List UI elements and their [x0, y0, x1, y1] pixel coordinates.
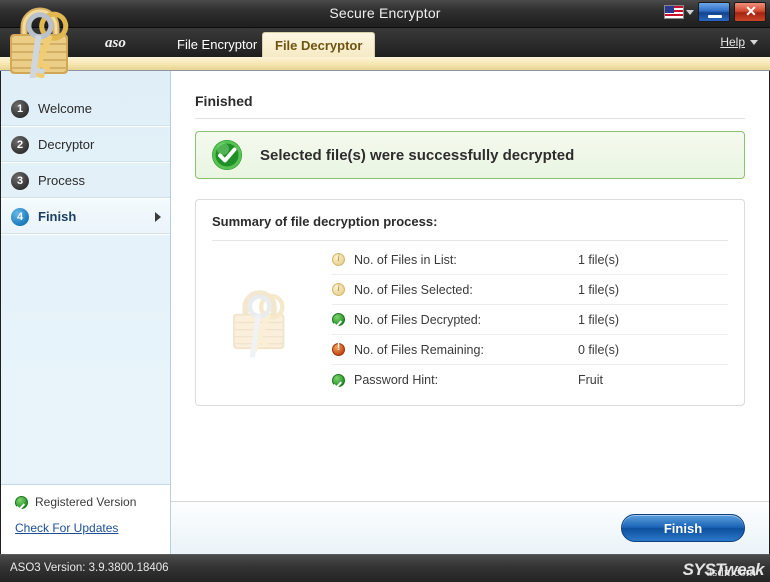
minimize-button[interactable]: [698, 2, 730, 22]
summary-row: Password Hint: Fruit: [332, 365, 728, 395]
application-window: Secure Encryptor ✕ aso File Encryptor Fi…: [0, 0, 770, 582]
sidebar-footer: Registered Version Check For Updates: [1, 484, 170, 554]
registration-label: Registered Version: [35, 495, 137, 509]
success-banner: Selected file(s) were successfully decry…: [195, 131, 745, 179]
chevron-right-icon: [155, 212, 161, 222]
success-icon: [332, 373, 354, 387]
success-message: Selected file(s) were successfully decry…: [260, 146, 575, 164]
info-icon: [332, 283, 354, 296]
summary-divider: [212, 240, 728, 241]
main-content: Finished Selected file(s) were successfu…: [171, 71, 769, 501]
summary-watermark: [212, 243, 332, 395]
info-icon: [332, 253, 354, 266]
registration-status: Registered Version: [1, 485, 170, 509]
summary-row-label: No. of Files Remaining:: [354, 342, 484, 357]
summary-row-value: Fruit: [578, 373, 603, 387]
sidebar-item-label: Welcome: [38, 101, 92, 116]
summary-row: No. of Files Remaining: 0 file(s): [332, 335, 728, 365]
action-bar: Finish: [171, 501, 769, 554]
window-controls: ✕: [664, 2, 766, 22]
sidebar-item-finish[interactable]: 4 Finish: [1, 199, 170, 235]
window-title: Secure Encryptor: [329, 5, 441, 21]
status-bar: ASO3 Version: 3.9.3800.18406 SYSTweak as…: [0, 554, 770, 582]
step-badge: 4: [11, 207, 29, 226]
summary-row-value: 1 file(s): [578, 282, 619, 297]
language-selector[interactable]: [664, 5, 694, 19]
title-bar: Secure Encryptor ✕: [0, 0, 770, 28]
summary-row-value: 1 file(s): [578, 312, 619, 327]
summary-row-value: 1 file(s): [578, 252, 619, 267]
summary-row-label: No. of Files in List:: [354, 252, 457, 267]
sidebar-logo-spacer: [1, 71, 170, 91]
summary-row-label: Password Hint:: [354, 373, 439, 387]
step-badge: 3: [11, 171, 29, 190]
close-button[interactable]: ✕: [734, 2, 766, 22]
sidebar-item-welcome[interactable]: 1 Welcome: [1, 91, 170, 127]
gold-accent-band: [0, 57, 770, 71]
chevron-down-icon: [686, 9, 694, 15]
summary-row-label: No. of Files Decrypted:: [354, 312, 482, 327]
summary-panel: Summary of file decryption process: i No…: [195, 199, 745, 406]
page-title: Finished: [195, 93, 253, 109]
summary-row-value: 0 file(s): [578, 342, 619, 357]
summary-row-label: No. of Files Selected:: [354, 282, 473, 297]
tab-file-decryptor[interactable]: File Decryptor: [262, 32, 376, 57]
summary-row: No. of Files Decrypted: 1 file(s): [332, 305, 728, 335]
chevron-down-icon: [750, 39, 758, 45]
version-status-text: ASO3 Version: 3.9.3800.18406: [10, 562, 169, 574]
step-badge: 1: [11, 99, 29, 118]
sidebar-item-label: Process: [38, 173, 85, 188]
success-check-icon: [212, 140, 242, 170]
sidebar: 1 Welcome 2 Decryptor 3 Process 4 Finish…: [1, 71, 171, 554]
us-flag-icon: [664, 5, 684, 19]
title-divider: [195, 118, 745, 119]
sidebar-item-label: Decryptor: [38, 137, 95, 152]
summary-title: Summary of file decryption process:: [212, 214, 438, 229]
tab-bar: aso File Encryptor File Decryptor Help: [0, 28, 770, 57]
check-for-updates-link[interactable]: Check For Updates: [1, 509, 170, 535]
close-icon: ✕: [745, 5, 757, 20]
help-menu[interactable]: Help: [720, 35, 758, 49]
summary-body: No. of Files in List: 1 file(s) No. of F…: [212, 243, 728, 395]
summary-rows: No. of Files in List: 1 file(s) No. of F…: [332, 243, 728, 395]
tab-file-encryptor[interactable]: File Encryptor: [165, 32, 269, 57]
sidebar-item-decryptor[interactable]: 2 Decryptor: [1, 127, 170, 163]
brand-logo-text: aso: [105, 35, 126, 51]
sidebar-item-process[interactable]: 3 Process: [1, 163, 170, 199]
success-icon: [15, 495, 28, 509]
padlock-keys-watermark-icon: [233, 290, 285, 358]
summary-row: No. of Files in List: 1 file(s): [332, 245, 728, 275]
success-icon: [332, 313, 354, 326]
help-label: Help: [720, 35, 745, 49]
step-badge: 2: [11, 135, 29, 154]
site-watermark-text: asdn.com: [706, 564, 756, 579]
sidebar-item-label: Finish: [38, 209, 77, 224]
warning-icon: [332, 342, 354, 356]
summary-row: No. of Files Selected: 1 file(s): [332, 275, 728, 305]
finish-button[interactable]: Finish: [621, 514, 745, 542]
body-area: 1 Welcome 2 Decryptor 3 Process 4 Finish…: [0, 71, 770, 554]
